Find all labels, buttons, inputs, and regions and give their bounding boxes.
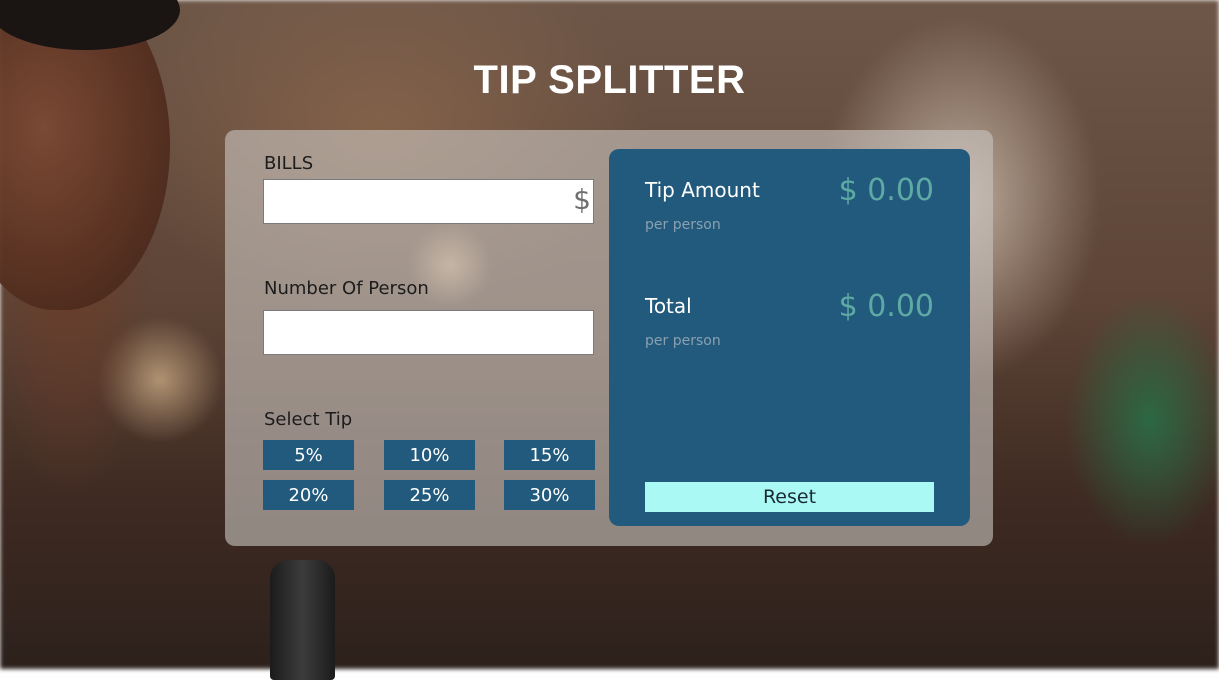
tip-button-15[interactable]: 15% xyxy=(504,440,595,470)
tip-amount-value: $ 0.00 xyxy=(838,173,934,208)
select-tip-label: Select Tip xyxy=(264,409,353,430)
page-title: TIP SPLITTER xyxy=(473,58,746,102)
results-panel: Tip Amount per person $ 0.00 Total per p… xyxy=(609,149,970,526)
persons-label: Number Of Person xyxy=(264,278,429,299)
reset-button[interactable]: Reset xyxy=(645,482,934,512)
bills-field-wrapper: $ xyxy=(263,179,594,224)
tip-button-25[interactable]: 25% xyxy=(384,480,475,510)
background-bottle xyxy=(270,560,335,680)
tip-button-5[interactable]: 5% xyxy=(263,440,354,470)
total-label: Total xyxy=(645,294,692,318)
tip-amount-label: Tip Amount xyxy=(645,178,760,202)
bills-label: BILLS xyxy=(264,153,314,174)
tip-amount-per-person: per person xyxy=(645,217,721,233)
dollar-icon: $ xyxy=(573,183,591,216)
calculator-card: BILLS $ Number Of Person Select Tip 5% 1… xyxy=(225,130,993,546)
bills-input[interactable] xyxy=(264,180,570,220)
persons-input[interactable] xyxy=(264,311,570,351)
persons-field-wrapper xyxy=(263,310,594,355)
tip-button-20[interactable]: 20% xyxy=(263,480,354,510)
tip-button-30[interactable]: 30% xyxy=(504,480,595,510)
tip-button-10[interactable]: 10% xyxy=(384,440,475,470)
total-value: $ 0.00 xyxy=(838,289,934,324)
total-per-person: per person xyxy=(645,333,721,349)
